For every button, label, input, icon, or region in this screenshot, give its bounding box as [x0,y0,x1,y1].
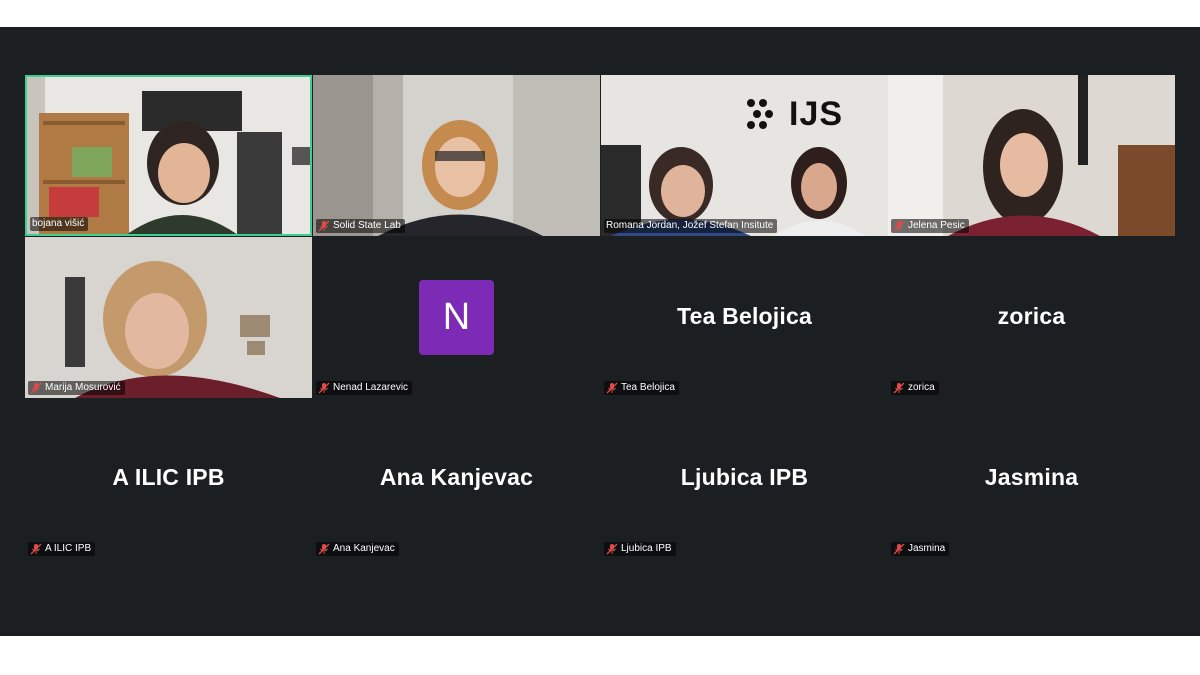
microphone-off-icon [893,543,905,555]
participant-tile-a-ilic-ipb[interactable]: A ILIC IPB A ILIC IPB [25,398,312,559]
ijs-logo: IJS [743,95,843,134]
video-feed [27,77,310,234]
participant-tile-jelena-pesic[interactable]: Jelena Pesic [888,75,1175,236]
participant-name: Ana Kanjevac [333,543,395,554]
name-label: Jasmina [891,542,950,556]
display-name: zorica [997,303,1066,329]
name-label: Jelena Pesic [891,219,969,233]
avatar: N [419,280,494,355]
participant-name: Jasmina [908,543,946,554]
name-label: Ljubica IPB [604,542,676,556]
display-name: A ILIC IPB [112,464,225,490]
name-label: zorica [891,381,939,395]
participant-name: Solid State Lab [333,220,401,231]
participant-tile-jasmina[interactable]: Jasmina Jasmina [888,398,1175,559]
participant-name: Jelena Pesic [908,220,965,231]
microphone-off-icon [30,543,42,555]
ijs-logo-dots [747,98,773,129]
microphone-off-icon [606,382,618,394]
microphone-off-icon [318,382,330,394]
name-label: Ana Kanjevac [316,542,399,556]
participant-name: Marija Mosurović [45,382,121,393]
participant-tile-bojana[interactable]: bojana višić [25,75,312,236]
participant-tile-solid-state-lab[interactable]: Solid State Lab [313,75,600,236]
participant-tile-ljubica-ipb[interactable]: Ljubica IPB Ljubica IPB [601,398,888,559]
video-feed [888,75,1175,236]
participant-name: A ILIC IPB [45,543,92,554]
microphone-off-icon [318,543,330,555]
participant-tile-romana-jordan[interactable]: IJS Romana Jordan, Jožef Stefan Insitute [601,75,888,236]
name-label: Nenad Lazarevic [316,381,413,395]
name-label: Romana Jordan, Jožef Stefan Insitute [604,219,778,233]
microphone-off-icon [318,220,330,232]
name-label: Marija Mosurović [28,381,125,395]
video-feed [313,75,600,236]
display-name: Jasmina [984,464,1079,490]
microphone-off-icon [30,382,42,394]
participant-name: Ljubica IPB [621,543,672,554]
name-label: Solid State Lab [316,219,405,233]
participant-name: zorica [908,382,935,393]
display-name: Ana Kanjevac [379,464,534,490]
participant-tile-zorica[interactable]: zorica zorica [888,237,1175,398]
microphone-off-icon [606,543,618,555]
name-label: bojana višić [30,217,89,231]
participant-name: Tea Belojica [621,382,675,393]
display-name: Ljubica IPB [680,464,809,490]
microphone-off-icon [893,220,905,232]
participant-tile-ana-kanjevac[interactable]: Ana Kanjevac Ana Kanjevac [313,398,600,559]
display-name: Tea Belojica [677,303,812,329]
participant-name: bojana višić [32,218,85,229]
name-label: A ILIC IPB [28,542,96,556]
meeting-gallery: bojana višić Solid State Lab IJS Romana … [0,27,1200,636]
ijs-logo-text: IJS [789,95,844,133]
video-feed [25,237,312,398]
participant-name: Nenad Lazarevic [333,382,409,393]
participant-tile-nenad-lazarevic[interactable]: N Nenad Lazarevic [313,237,600,398]
microphone-off-icon [893,382,905,394]
participant-tile-marija-mosurovic[interactable]: Marija Mosurović [25,237,312,398]
name-label: Tea Belojica [604,381,679,395]
participant-tile-tea-belojica[interactable]: Tea Belojica Tea Belojica [601,237,888,398]
participant-name: Romana Jordan, Jožef Stefan Insitute [606,220,774,231]
